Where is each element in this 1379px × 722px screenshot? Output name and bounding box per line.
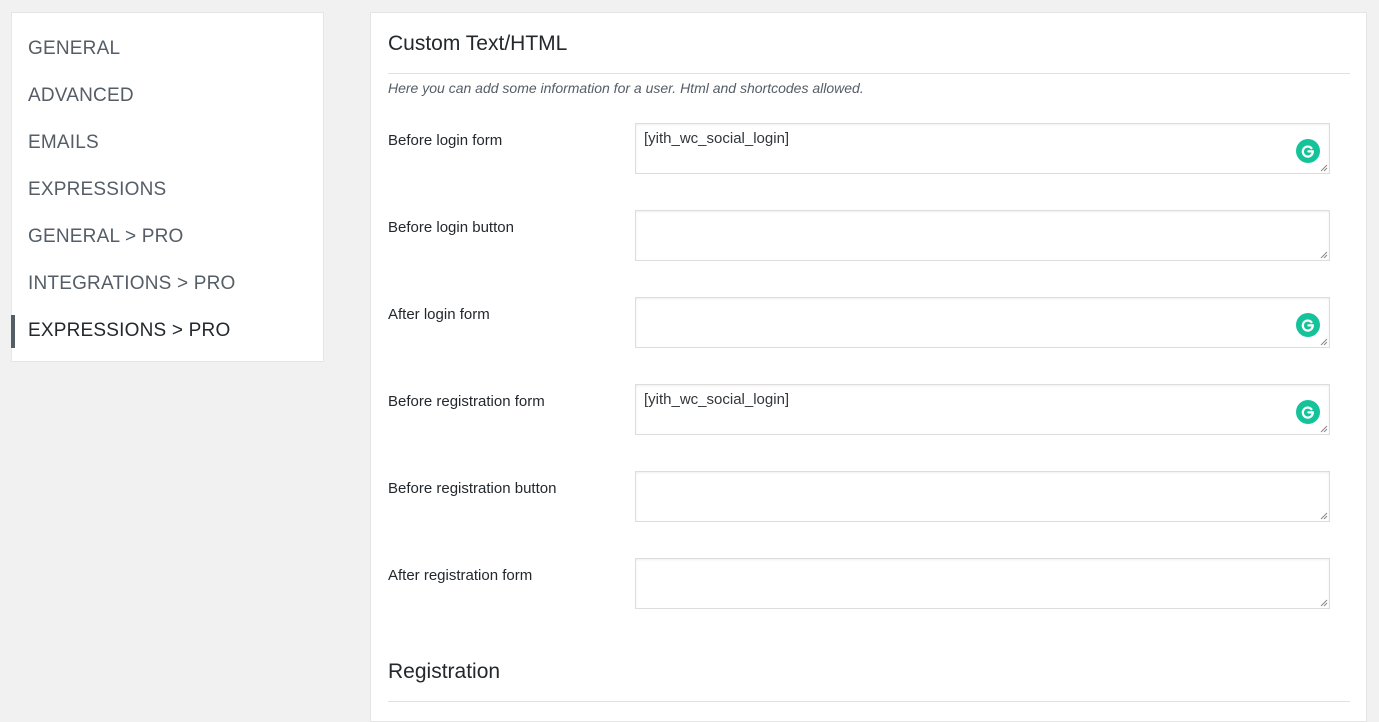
field-value: [yith_wc_social_login]	[644, 391, 790, 408]
resize-handle-icon[interactable]	[1319, 424, 1328, 433]
nav-item-emails[interactable]: EMAILS	[12, 119, 323, 166]
before-registration-button-textarea[interactable]	[635, 471, 1330, 522]
settings-nav: GENERAL ADVANCED EMAILS EXPRESSIONS GENE…	[11, 13, 323, 354]
registration-section-title: Registration	[388, 660, 501, 683]
grammarly-icon[interactable]	[1296, 400, 1320, 424]
resize-handle-icon[interactable]	[1319, 163, 1328, 172]
section-divider	[388, 701, 1350, 702]
after-login-form-textarea[interactable]	[635, 297, 1330, 348]
field-label-after-login-form: After login form	[388, 306, 490, 323]
grammarly-icon[interactable]	[1296, 313, 1320, 337]
resize-handle-icon[interactable]	[1319, 598, 1328, 607]
before-login-form-textarea[interactable]: [yith_wc_social_login]	[635, 123, 1330, 174]
before-registration-form-textarea[interactable]: [yith_wc_social_login]	[635, 384, 1330, 435]
resize-handle-icon[interactable]	[1319, 250, 1328, 259]
before-login-button-textarea[interactable]	[635, 210, 1330, 261]
field-value: [yith_wc_social_login]	[644, 130, 790, 147]
field-label-before-login-form: Before login form	[388, 132, 503, 149]
field-label-before-registration-form: Before registration form	[388, 393, 545, 410]
nav-item-expressions-pro[interactable]: EXPRESSIONS > PRO	[11, 307, 323, 354]
nav-item-advanced[interactable]: ADVANCED	[12, 72, 323, 119]
nav-item-integrations-pro[interactable]: INTEGRATIONS > PRO	[12, 260, 323, 307]
after-registration-form-textarea[interactable]	[635, 558, 1330, 609]
field-label-after-registration-form: After registration form	[388, 567, 533, 584]
section-divider	[388, 73, 1350, 74]
field-label-before-login-button: Before login button	[388, 219, 514, 236]
grammarly-icon[interactable]	[1296, 139, 1320, 163]
settings-panel: Custom Text/HTML Here you can add some i…	[370, 12, 1367, 722]
resize-handle-icon[interactable]	[1319, 511, 1328, 520]
settings-sidebar: GENERAL ADVANCED EMAILS EXPRESSIONS GENE…	[11, 12, 324, 362]
section-description: Here you can add some information for a …	[388, 80, 864, 96]
nav-item-general-pro[interactable]: GENERAL > PRO	[12, 213, 323, 260]
resize-handle-icon[interactable]	[1319, 337, 1328, 346]
nav-item-expressions[interactable]: EXPRESSIONS	[12, 166, 323, 213]
nav-item-general[interactable]: GENERAL	[12, 25, 323, 72]
section-title: Custom Text/HTML	[388, 32, 568, 55]
field-label-before-registration-button: Before registration button	[388, 480, 557, 497]
